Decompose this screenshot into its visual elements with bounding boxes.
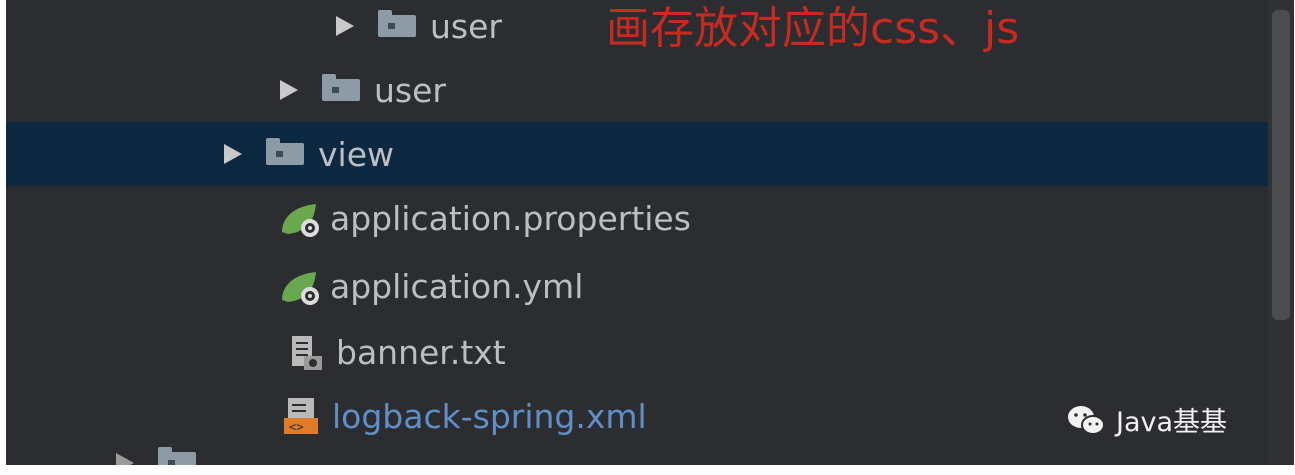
project-tree-panel: 画存放对应的css、js user user view application.…	[6, 0, 1294, 465]
expand-arrow-icon[interactable]	[280, 80, 298, 100]
spring-config-icon	[282, 272, 319, 305]
expand-arrow-icon[interactable]	[224, 144, 242, 164]
tree-item-banner-txt[interactable]: banner.txt	[6, 320, 1268, 384]
tree-item-user-nested[interactable]: user	[6, 0, 1268, 58]
expand-arrow-icon[interactable]	[336, 16, 354, 36]
folder-icon	[322, 74, 360, 101]
tree-item-application-yml[interactable]: application.yml	[6, 254, 1268, 318]
tree-item-label: banner.txt	[336, 332, 506, 372]
svg-text:<>: <>	[289, 420, 303, 434]
vertical-scrollbar[interactable]	[1268, 0, 1294, 465]
expand-arrow-icon[interactable]	[116, 453, 134, 465]
tree-item-partial[interactable]	[116, 447, 210, 465]
text-file-icon	[292, 336, 322, 370]
scrollbar-thumb[interactable]	[1272, 10, 1290, 320]
tree-item-label: application.properties	[330, 198, 691, 238]
tree-item-label: view	[318, 134, 394, 174]
folder-icon	[158, 447, 196, 465]
tree-item-label: user	[374, 70, 446, 110]
tree-item-label: logback-spring.xml	[332, 396, 647, 436]
tree-item-label: user	[430, 6, 502, 46]
tree-item-label: application.yml	[330, 266, 584, 306]
watermark: Java基基	[1066, 400, 1227, 439]
wechat-icon	[1068, 405, 1105, 435]
spring-config-icon	[282, 204, 319, 237]
tree-item-application-properties[interactable]: application.properties	[6, 186, 1268, 250]
folder-icon	[266, 138, 304, 165]
xml-file-icon: <>	[284, 398, 318, 434]
watermark-text: Java基基	[1116, 407, 1228, 438]
folder-icon	[378, 10, 416, 37]
tree-item-view[interactable]: view	[6, 122, 1268, 186]
tree-item-user[interactable]: user	[6, 58, 1268, 122]
